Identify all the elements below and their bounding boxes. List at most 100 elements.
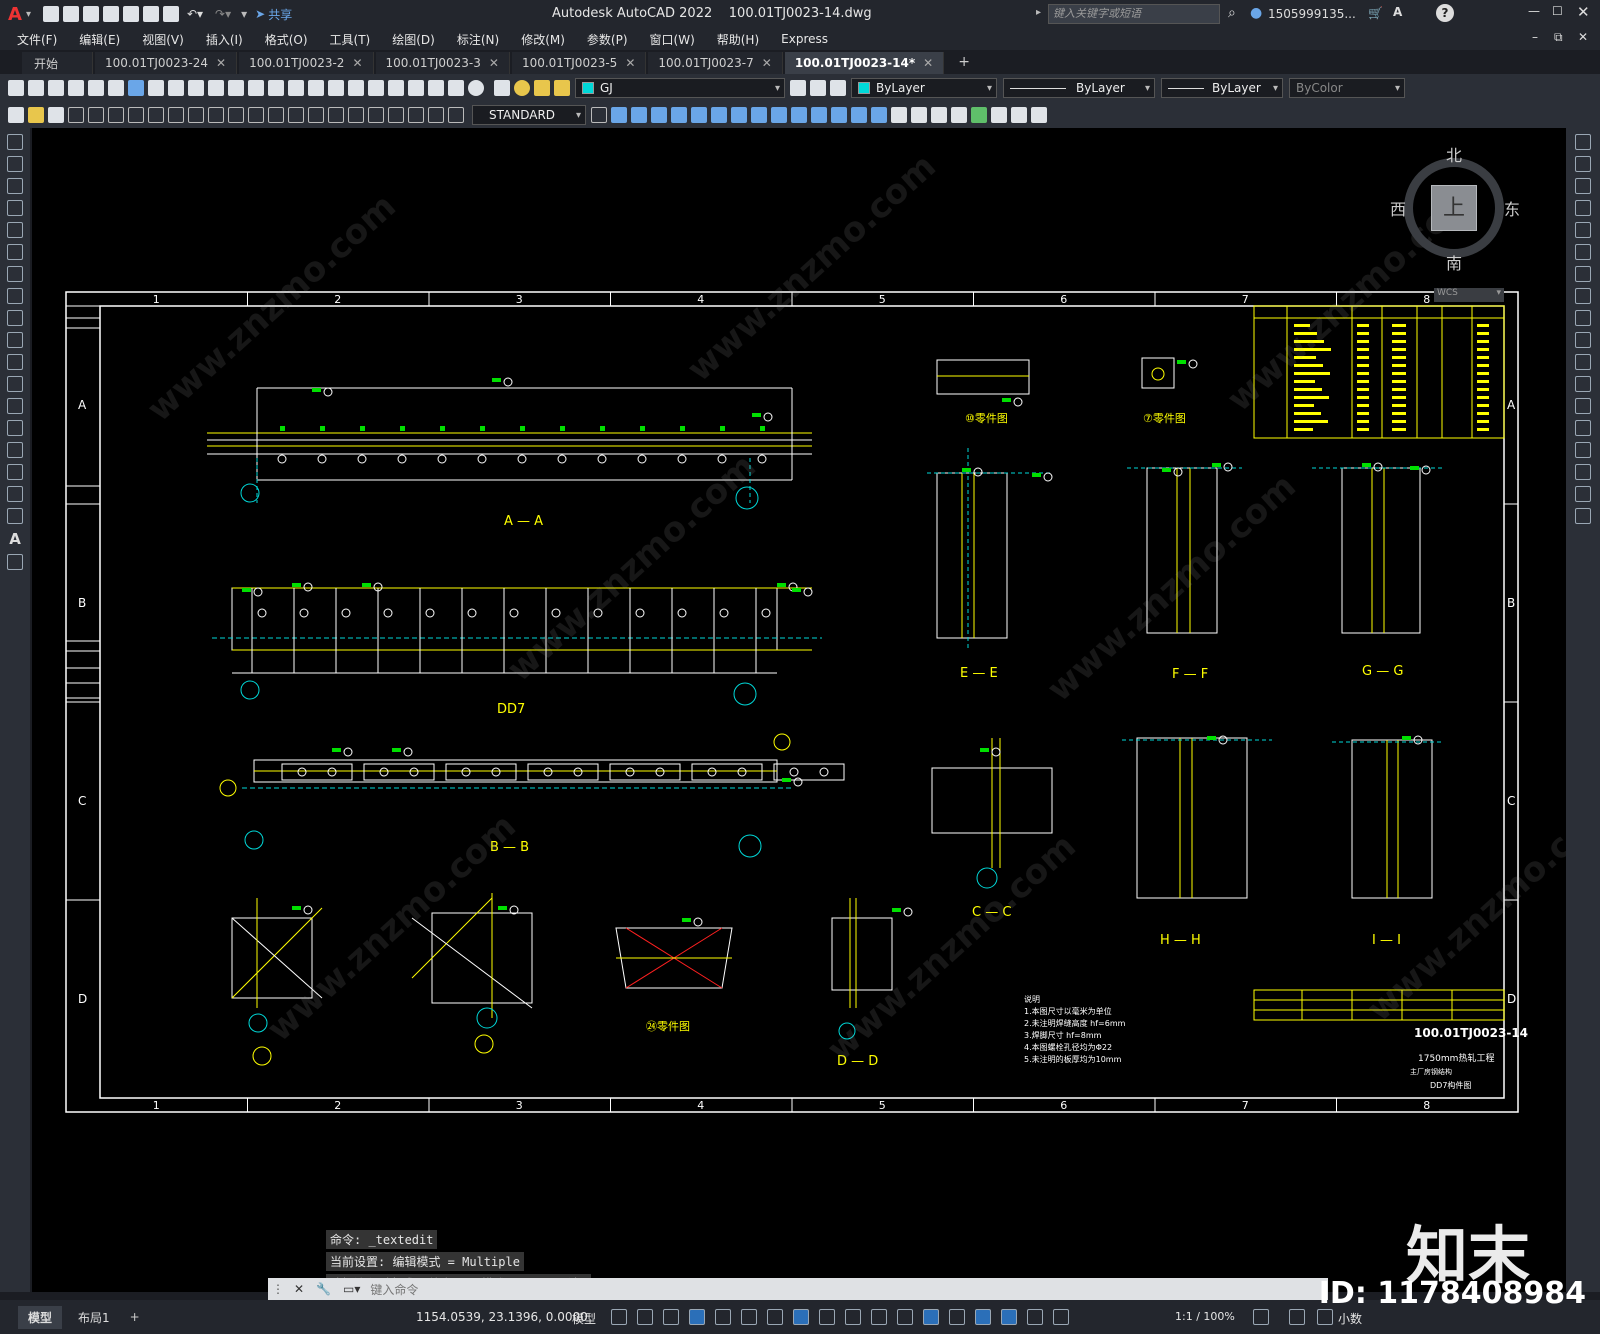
pyramid-icon[interactable] <box>731 107 747 123</box>
layer-state-icon[interactable] <box>830 80 846 96</box>
app-logo[interactable]: A <box>8 4 22 25</box>
erase-icon[interactable] <box>1575 134 1591 150</box>
menu-draw[interactable]: 绘图(D) <box>381 31 446 48</box>
gradient-icon[interactable] <box>7 464 23 480</box>
selection-filter-icon[interactable] <box>949 1309 965 1325</box>
command-close-icon[interactable]: ✕ <box>294 1282 304 1296</box>
model-space-button[interactable]: 模型 <box>572 1310 596 1327</box>
redo-icon[interactable] <box>248 80 264 96</box>
scale-icon[interactable] <box>1575 288 1591 304</box>
extend-icon[interactable] <box>1575 354 1591 370</box>
3d-align-icon[interactable] <box>991 107 1007 123</box>
revision-cloud-icon[interactable] <box>7 288 23 304</box>
menu-parametric[interactable]: 参数(P) <box>576 31 639 48</box>
viewcube-north[interactable]: 北 <box>1446 142 1462 166</box>
tool-palettes-icon[interactable] <box>388 80 404 96</box>
loft-icon[interactable] <box>811 107 827 123</box>
menu-view[interactable]: 视图(V) <box>131 31 195 48</box>
sweep-icon[interactable] <box>791 107 807 123</box>
help-icon[interactable] <box>468 80 484 96</box>
calculator-icon[interactable] <box>448 80 464 96</box>
dimension-space-icon[interactable] <box>288 107 304 123</box>
close-icon[interactable]: ✕ <box>1577 3 1590 21</box>
tab-file-3[interactable]: 100.01TJ0023-3 ✕ <box>375 52 510 74</box>
make-block-icon[interactable] <box>7 398 23 414</box>
save-icon[interactable] <box>82 6 99 22</box>
autodesk-a360-icon[interactable]: A <box>1393 5 1402 19</box>
user-account-button[interactable]: 1505999135... <box>1268 7 1356 21</box>
linetype-dropdown[interactable]: ByLayer <box>1003 78 1155 98</box>
search-icon[interactable]: ⌕ <box>1228 5 1236 21</box>
stretch-icon[interactable] <box>1575 310 1591 326</box>
cylinder-icon[interactable] <box>691 107 707 123</box>
minimize-icon[interactable]: — <box>1528 4 1540 18</box>
save-as-icon[interactable] <box>102 6 119 22</box>
sheet-set-icon[interactable] <box>408 80 424 96</box>
subtract-icon[interactable] <box>851 107 867 123</box>
circle-icon[interactable] <box>7 266 23 282</box>
layout-tab-1[interactable]: 布局1 <box>68 1306 120 1329</box>
workspace-gear-icon[interactable] <box>1253 1309 1269 1325</box>
dimension-edit-icon[interactable] <box>408 107 424 123</box>
polyline-icon[interactable] <box>7 178 23 194</box>
quick-access-chevron-icon[interactable]: ▾ <box>241 7 247 21</box>
menu-window[interactable]: 窗口(W) <box>639 31 706 48</box>
insert-block-icon[interactable] <box>7 376 23 392</box>
add-selected-icon[interactable] <box>7 554 23 570</box>
array-icon[interactable] <box>1575 222 1591 238</box>
maximize-icon[interactable]: ☐ <box>1552 4 1563 18</box>
pan-icon[interactable] <box>268 80 284 96</box>
annotation-scale-value[interactable]: 1:1 / 100% <box>1175 1310 1235 1323</box>
object-snap-tracking-icon[interactable] <box>767 1309 783 1325</box>
aligned-dimension-icon[interactable] <box>88 107 104 123</box>
blend-curves-icon[interactable] <box>1575 486 1591 502</box>
color-dropdown[interactable]: ByLayer <box>851 78 997 98</box>
add-layout-icon[interactable]: + <box>130 1310 140 1324</box>
box-icon[interactable] <box>611 107 627 123</box>
recent-commands-icon[interactable]: ▭▾ <box>343 1282 360 1296</box>
isodraft-icon[interactable] <box>741 1309 757 1325</box>
torus-icon[interactable] <box>711 107 727 123</box>
undo-icon[interactable]: ↶▾ <box>187 7 203 21</box>
ellipse-icon[interactable] <box>7 332 23 348</box>
linear-dimension-icon[interactable] <box>68 107 84 123</box>
presspull-icon[interactable] <box>891 107 907 123</box>
open-file-icon[interactable] <box>62 6 79 22</box>
layer-freeze-icon[interactable] <box>534 80 550 96</box>
search-expand-icon[interactable]: ▸ <box>1036 7 1041 18</box>
extrude-icon[interactable] <box>751 107 767 123</box>
doc-minimize-icon[interactable]: – <box>1532 30 1538 44</box>
offset-icon[interactable] <box>1575 200 1591 216</box>
units-value[interactable]: 小数 <box>1338 1310 1362 1327</box>
dimension-break-icon[interactable] <box>308 107 324 123</box>
tab-file-7[interactable]: 100.01TJ0023-7 ✕ <box>648 52 783 74</box>
chamfer-icon[interactable] <box>1575 442 1591 458</box>
intersect-icon[interactable] <box>871 107 887 123</box>
jogged-icon[interactable] <box>168 107 184 123</box>
gizmo-icon[interactable] <box>975 1309 991 1325</box>
annotation-scale-icon[interactable] <box>1053 1309 1069 1325</box>
radius-icon[interactable] <box>148 107 164 123</box>
union-icon[interactable] <box>831 107 847 123</box>
viewcube-top-face[interactable]: 上 <box>1431 185 1477 231</box>
layer-iso-icon[interactable] <box>48 107 64 123</box>
revolve-icon[interactable] <box>771 107 787 123</box>
open-icon[interactable] <box>28 80 44 96</box>
menu-modify[interactable]: 修改(M) <box>510 31 576 48</box>
app-menu-chevron-icon[interactable]: ▾ <box>26 9 31 20</box>
layer-dropdown[interactable]: GJ <box>575 78 785 98</box>
layer-lock-icon[interactable] <box>554 80 570 96</box>
3d-array-icon[interactable] <box>1011 107 1027 123</box>
tab-close-icon[interactable]: ✕ <box>762 56 772 70</box>
region-icon[interactable] <box>7 486 23 502</box>
user-icon[interactable]: ● <box>1250 5 1262 21</box>
save-icon[interactable] <box>48 80 64 96</box>
tab-file-14[interactable]: 100.01TJ0023-14* ✕ <box>784 52 945 74</box>
spline-icon[interactable] <box>7 310 23 326</box>
tab-file-5[interactable]: 100.01TJ0023-5 ✕ <box>511 52 647 74</box>
tab-close-icon[interactable]: ✕ <box>923 56 933 70</box>
undo-icon[interactable] <box>228 80 244 96</box>
break-at-point-icon[interactable] <box>1575 376 1591 392</box>
tab-close-icon[interactable]: ✕ <box>216 56 226 70</box>
import-icon[interactable] <box>122 6 139 22</box>
